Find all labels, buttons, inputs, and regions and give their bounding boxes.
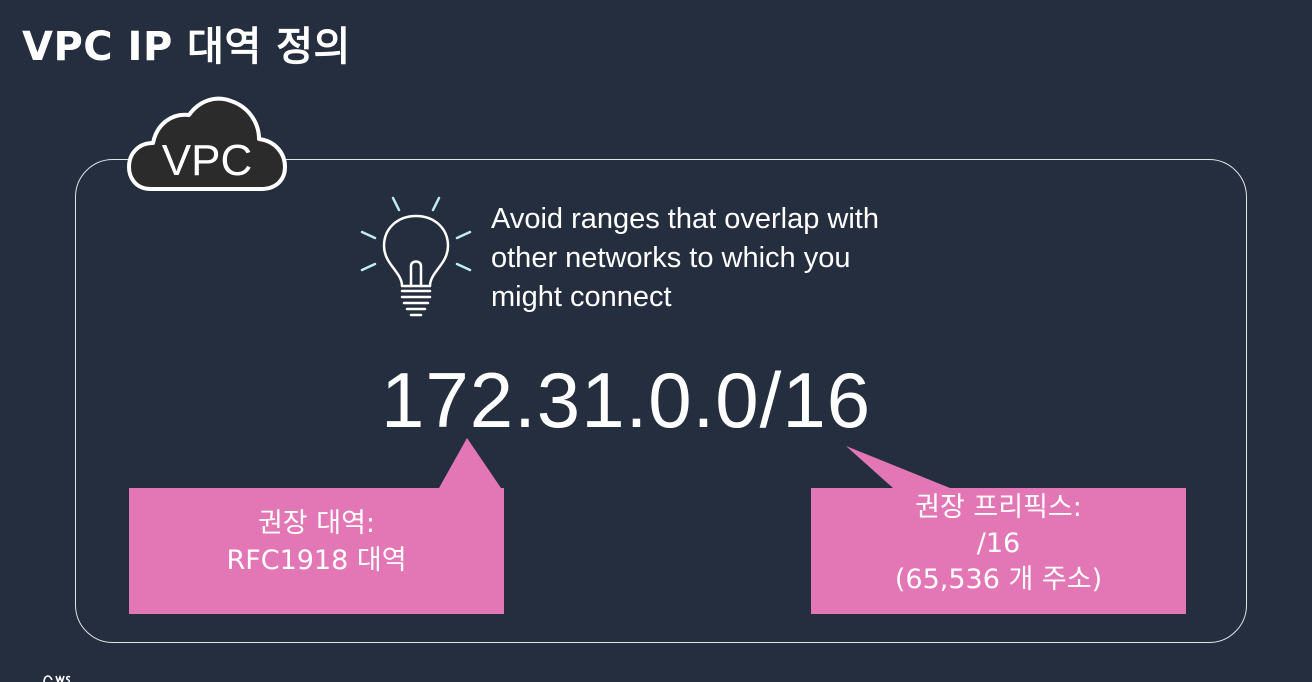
callout-prefix-line: 권장 프리픽스: xyxy=(915,492,1082,523)
callout-prefix-line: (65,536 개 주소) xyxy=(894,564,1103,595)
callout-range-line: 권장 대역: xyxy=(257,508,376,539)
callout-prefix-text: 권장 프리픽스: /16 (65,536 개 주소) xyxy=(811,490,1186,598)
callout-range-line: RFC1918 대역 xyxy=(226,545,407,576)
callout-range-text: 권장 대역: RFC1918 대역 xyxy=(129,505,504,579)
aws-logo-icon xyxy=(43,674,71,682)
callout-prefix-line: /16 xyxy=(976,528,1021,559)
